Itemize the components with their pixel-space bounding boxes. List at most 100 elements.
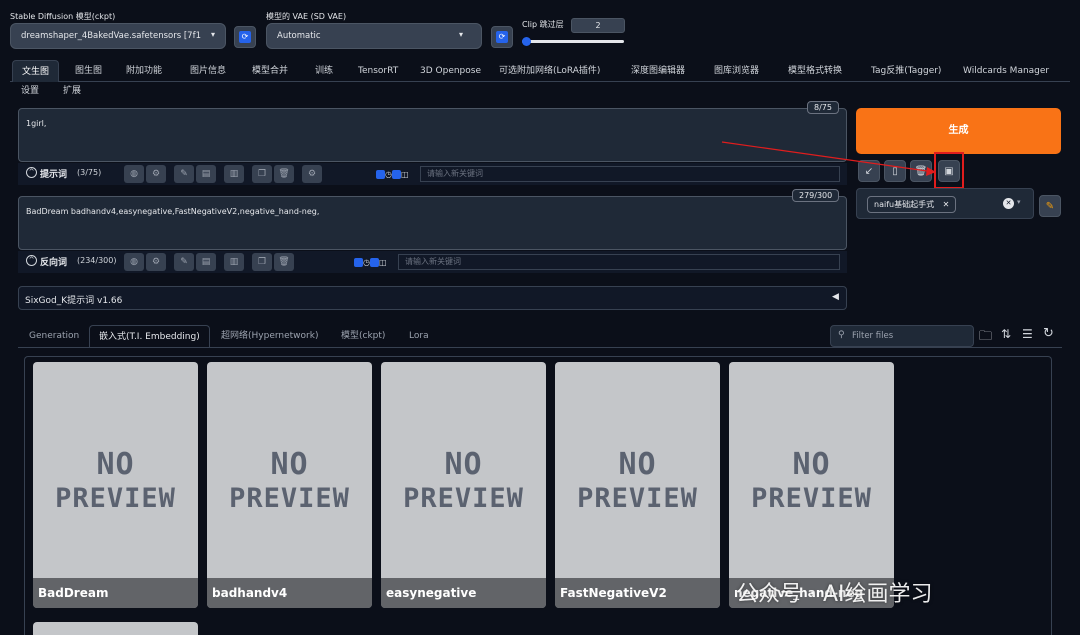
- tab-merge[interactable]: 模型合并: [243, 60, 297, 82]
- globe-icon[interactable]: ◍: [124, 253, 144, 271]
- chevron-down-icon: ▾: [459, 30, 464, 39]
- gear-icon[interactable]: ⚙: [146, 165, 166, 183]
- tab-train[interactable]: 训练: [306, 60, 342, 82]
- no-preview-placeholder: NO PREVIEW: [751, 447, 872, 515]
- trash-icon[interactable]: 🗑: [274, 253, 294, 271]
- sixgod-title: SixGod_K提示词 v1.66: [25, 296, 123, 306]
- square-icon: ◫: [378, 258, 387, 267]
- new-keyword-input[interactable]: 请输入新关键词: [398, 254, 840, 270]
- tab-openpose[interactable]: 3D Openpose: [411, 60, 490, 82]
- model-select[interactable]: dreamshaper_4BakedVae.safetensors [7f16b…: [10, 23, 226, 49]
- tab-png-info[interactable]: 图片信息: [181, 60, 235, 82]
- annotation-arrow: [721, 141, 936, 176]
- tab-settings[interactable]: 设置: [12, 80, 48, 102]
- prompt-label: 提示词: [40, 170, 68, 180]
- no-preview-placeholder: NO PREVIEW: [577, 447, 698, 515]
- model-select-value: dreamshaper_4BakedVae.safetensors [7f16b…: [21, 31, 201, 41]
- embedding-card[interactable]: NO PREVIEW easynegative: [381, 362, 546, 608]
- subtab-checkpoint[interactable]: 模型(ckpt): [332, 325, 394, 347]
- embedding-card[interactable]: NO PREVIEW negative_hand-neg: [729, 362, 894, 608]
- tab-lora-addon[interactable]: 可选附加网络(LoRA插件): [490, 60, 609, 82]
- folder-search-icon[interactable]: 🗀: [979, 327, 992, 349]
- edit-style-button[interactable]: ✎: [1039, 195, 1061, 217]
- refresh-vae-button[interactable]: ⟳: [491, 26, 513, 48]
- no-preview-placeholder: NO PREVIEW: [55, 447, 176, 515]
- clip-skip-label: Clip 跳过层: [522, 20, 564, 29]
- vae-label: 模型的 VAE (SD VAE): [266, 12, 347, 21]
- chevron-down-icon: ▾: [211, 30, 216, 39]
- negative-prompt-text: BadDream badhandv4,easynegative,FastNega…: [26, 207, 320, 216]
- tab-gallery[interactable]: 图库浏览器: [705, 60, 768, 82]
- tab-extensions[interactable]: 扩展: [54, 80, 90, 102]
- trash-icon[interactable]: 🗑: [274, 165, 294, 183]
- vae-select-value: Automatic: [277, 31, 321, 41]
- settings-icon[interactable]: ⚙: [302, 165, 322, 183]
- close-icon[interactable]: ✕: [943, 200, 950, 209]
- square-icon: ◫: [400, 170, 409, 179]
- checkbox-toggle[interactable]: ◷ ◫: [376, 169, 409, 180]
- gear-icon[interactable]: ⚙: [146, 253, 166, 271]
- embedding-card[interactable]: [33, 622, 198, 635]
- tab-tagger[interactable]: Tag反推(Tagger): [862, 60, 950, 82]
- tab-txt2img[interactable]: 文生图: [12, 60, 60, 82]
- chevron-down-icon: ▾: [1017, 198, 1021, 206]
- copy-icon[interactable]: ❐: [252, 165, 272, 183]
- search-icon: ⚲: [838, 330, 845, 340]
- tab-tensorrt[interactable]: TensorRT: [349, 60, 407, 82]
- negative-prompt-textarea[interactable]: BadDream badhandv4,easynegative,FastNega…: [18, 196, 847, 250]
- style-chip-label: naifu基础起手式: [874, 200, 935, 209]
- globe-icon[interactable]: ◍: [124, 165, 144, 183]
- filter-placeholder: Filter files: [852, 331, 894, 341]
- sixgod-panel[interactable]: SixGod_K提示词 v1.66 ◀: [18, 286, 847, 310]
- no-preview-placeholder: NO PREVIEW: [229, 447, 350, 515]
- columns-icon[interactable]: ▥: [224, 165, 244, 183]
- vae-select[interactable]: Automatic ▾: [266, 23, 482, 49]
- sort-icon[interactable]: ⇅: [1001, 327, 1011, 341]
- embedding-card[interactable]: NO PREVIEW FastNegativeV2: [555, 362, 720, 608]
- subtab-embedding[interactable]: 嵌入式(T.I. Embedding): [89, 325, 210, 347]
- subtab-lora[interactable]: Lora: [400, 325, 438, 347]
- prompt-text: 1girl,: [26, 119, 47, 128]
- refresh-icon: ⟳: [239, 31, 251, 43]
- file-icon[interactable]: ▤: [196, 165, 216, 183]
- columns-icon[interactable]: ▥: [224, 253, 244, 271]
- card-title: FastNegativeV2: [555, 578, 720, 608]
- prompt-token-counter: 8/75: [807, 101, 839, 114]
- tab-model-convert[interactable]: 模型格式转换: [779, 60, 851, 82]
- refresh-model-button[interactable]: ⟳: [234, 26, 256, 48]
- tab-wildcards[interactable]: Wildcards Manager: [954, 60, 1058, 82]
- model-label: Stable Diffusion 模型(ckpt): [10, 12, 116, 21]
- collapse-icon[interactable]: ^: [26, 255, 37, 266]
- checkbox-toggle[interactable]: ◷ ◫: [354, 257, 387, 268]
- styles-dropdown[interactable]: naifu基础起手式 ✕ ✕ ▾: [856, 188, 1034, 219]
- embedding-card[interactable]: NO PREVIEW badhandv4: [207, 362, 372, 608]
- negative-token-counter: 279/300: [792, 189, 840, 202]
- embedding-card[interactable]: NO PREVIEW BadDream: [33, 362, 198, 608]
- collapse-icon[interactable]: ^: [26, 167, 37, 178]
- refresh-icon[interactable]: ↻: [1043, 326, 1054, 341]
- edit-icon[interactable]: ✎: [174, 165, 194, 183]
- style-chip[interactable]: naifu基础起手式 ✕: [867, 196, 957, 213]
- tab-depth-editor[interactable]: 深度图编辑器: [622, 60, 694, 82]
- tab-extras[interactable]: 附加功能: [117, 60, 171, 82]
- clip-skip-input[interactable]: 2: [571, 18, 625, 33]
- card-title: BadDream: [33, 578, 198, 608]
- file-icon[interactable]: ▤: [196, 253, 216, 271]
- collapse-arrow-icon[interactable]: ◀: [832, 292, 839, 302]
- filter-input[interactable]: ⚲ Filter files: [830, 325, 974, 347]
- negative-toolbar: ^ 反向词 (234/300) ◍ ⚙ ✎ ▤ ▥ ❐ 🗑 ◷ ◫ 请输入新关键词: [18, 251, 847, 273]
- tab-img2img[interactable]: 图生图: [66, 60, 111, 82]
- prompt-count: (3/75): [77, 168, 102, 177]
- pencil-icon: ✎: [1045, 200, 1055, 212]
- tree-view-icon[interactable]: ☰: [1022, 327, 1033, 341]
- refresh-icon: ⟳: [496, 31, 508, 43]
- slider-handle[interactable]: [522, 37, 531, 46]
- subtab-generation[interactable]: Generation: [20, 325, 88, 347]
- no-preview-placeholder: NO PREVIEW: [403, 447, 524, 515]
- clock-icon: ◷: [385, 170, 392, 179]
- edit-icon[interactable]: ✎: [174, 253, 194, 271]
- copy-icon[interactable]: ❐: [252, 253, 272, 271]
- clip-skip-slider[interactable]: [522, 37, 624, 46]
- subtab-hypernetwork[interactable]: 超网络(Hypernetwork): [212, 325, 327, 347]
- clear-icon[interactable]: ✕: [1003, 198, 1014, 209]
